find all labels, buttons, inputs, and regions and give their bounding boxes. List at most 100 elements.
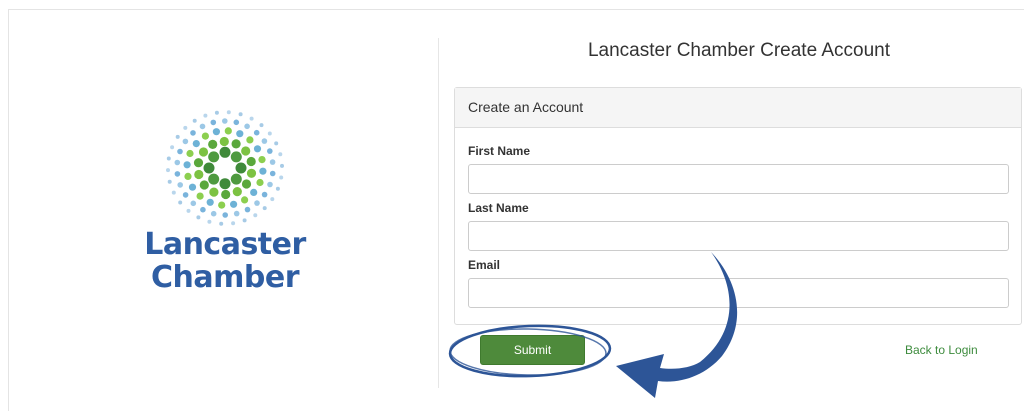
logo-dot	[233, 119, 240, 126]
logo-dot	[254, 200, 260, 206]
logo-dot	[269, 170, 276, 177]
logo-dot	[241, 146, 251, 156]
logo-dot	[259, 123, 264, 128]
panel-heading: Create an Account	[455, 88, 1021, 128]
logo-dot	[280, 163, 284, 168]
logo-dot	[166, 156, 171, 161]
logo-dot	[244, 123, 250, 130]
logo-dot	[253, 213, 258, 218]
logo-dot	[193, 158, 204, 168]
logo-dot	[192, 140, 200, 148]
column-divider	[438, 38, 439, 388]
logo-dot	[230, 173, 242, 185]
email-label: Email	[468, 258, 501, 272]
logo-dot	[278, 152, 283, 157]
logo-dot	[258, 156, 266, 164]
logo-line-1: Lancaster	[144, 227, 306, 262]
logo-dot	[166, 168, 170, 173]
logo-dot	[207, 219, 212, 224]
logo-dot	[194, 169, 204, 180]
logo-dot	[182, 192, 189, 198]
logo-dot	[222, 118, 228, 124]
create-account-panel: Create an Account First Name Last Name E…	[454, 87, 1022, 325]
logo-dot	[188, 183, 197, 191]
logo-dot	[167, 179, 172, 184]
logo-dot	[219, 146, 231, 158]
logo-dot	[253, 145, 262, 153]
logo-dot	[230, 151, 242, 163]
last-name-label: Last Name	[468, 201, 529, 215]
logo-dot	[208, 173, 220, 185]
logo-dot	[241, 196, 249, 204]
logo-dot	[177, 148, 183, 155]
logo-dot	[212, 128, 220, 136]
last-name-field[interactable]	[468, 221, 1009, 251]
logo-dot	[270, 197, 275, 202]
first-name-field[interactable]	[468, 164, 1009, 194]
logo-dot	[190, 200, 197, 207]
logo-dot	[208, 151, 220, 163]
logo-dot	[235, 162, 247, 174]
logo-dot	[267, 148, 273, 154]
logo-dot	[253, 129, 260, 136]
logo-dot	[210, 119, 217, 126]
page-title: Lancaster Chamber Create Account	[587, 40, 891, 61]
submit-button[interactable]: Submit	[480, 335, 585, 365]
logo-dot	[275, 186, 280, 191]
logo-dot	[208, 139, 218, 149]
logo-dot	[196, 215, 201, 220]
logo-dot	[170, 145, 175, 150]
logo-dot	[256, 178, 264, 187]
logo-dot	[203, 113, 208, 118]
logo-dot	[186, 208, 191, 213]
logo-dot	[267, 181, 273, 188]
logo-dot	[201, 132, 209, 140]
logo-dot	[259, 167, 267, 175]
logo-dot	[175, 134, 180, 139]
logo-dot	[198, 147, 209, 157]
logo-dot	[186, 149, 194, 158]
logo-dot	[244, 206, 251, 213]
logo-dot	[246, 156, 256, 167]
first-name-label: First Name	[468, 144, 531, 158]
sunburst-dots-icon	[166, 110, 284, 226]
logo-dot	[184, 172, 192, 180]
logo-dot	[224, 127, 232, 135]
logo-dot	[236, 130, 244, 138]
logo-dot	[221, 189, 231, 200]
logo-dot	[183, 161, 191, 169]
logo-dot	[210, 210, 217, 217]
logo-dot	[209, 187, 219, 197]
logo-dot	[206, 198, 214, 206]
logo-dot	[267, 131, 272, 136]
logo-dot	[219, 221, 224, 226]
logo-dot	[241, 179, 252, 189]
logo-dot	[192, 118, 197, 123]
logo-dot	[174, 159, 181, 166]
logo-dot	[218, 201, 226, 209]
logo-dot	[171, 190, 176, 195]
logo-dot	[279, 175, 284, 180]
logo-dot	[262, 206, 267, 211]
logo-dot	[242, 218, 247, 223]
logo-dot	[174, 171, 181, 177]
logo-dot	[219, 136, 229, 147]
email-field[interactable]	[468, 278, 1009, 308]
logo-dot	[219, 178, 231, 190]
logo-dot	[203, 162, 215, 174]
logo-dot	[249, 116, 254, 121]
lancaster-chamber-logo: Lancaster Chamber	[140, 110, 310, 300]
logo-dot	[226, 110, 231, 115]
logo-dot	[274, 141, 279, 146]
logo-line-2: Chamber	[151, 260, 300, 295]
logo-dot	[199, 123, 206, 130]
logo-dot	[246, 136, 254, 144]
logo-dot	[183, 125, 188, 130]
logo-wordmark: Lancaster Chamber	[140, 228, 310, 294]
logo-dot	[196, 192, 204, 200]
logo-dot	[246, 168, 257, 178]
logo-dot	[200, 206, 206, 213]
logo-dot	[178, 200, 183, 205]
logo-dot	[238, 112, 243, 117]
back-to-login-link[interactable]: Back to Login	[905, 343, 978, 357]
